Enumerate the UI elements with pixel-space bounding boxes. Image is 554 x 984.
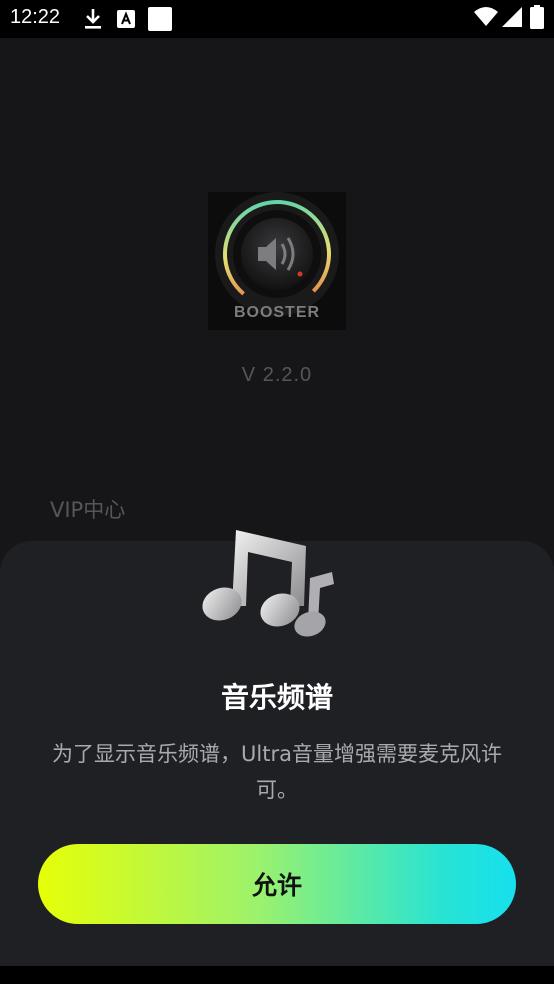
status-bar: 12:22 xyxy=(0,0,554,38)
allow-button[interactable]: 允许 xyxy=(38,844,516,924)
battery-icon xyxy=(530,5,544,29)
logo-text: BOOSTER xyxy=(233,304,321,321)
signal-icon xyxy=(502,7,522,27)
font-icon xyxy=(117,10,135,28)
app-logo: BOOSTER xyxy=(208,192,346,330)
navigation-bar xyxy=(0,966,554,984)
status-time: 12:22 xyxy=(10,6,61,28)
music-notes-waveform-icon xyxy=(144,530,413,649)
notification-square-icon xyxy=(148,7,172,31)
wifi-icon xyxy=(474,7,498,26)
download-icon xyxy=(85,9,101,29)
sheet-title: 音乐频谱 xyxy=(220,681,333,714)
sheet-description: 为了显示音乐频谱，Ultra音量增强需要麦克风许可。 xyxy=(52,742,502,802)
version-text: V 2.2.0 xyxy=(241,364,313,386)
vip-center-link[interactable]: VIP中心 xyxy=(50,494,125,524)
